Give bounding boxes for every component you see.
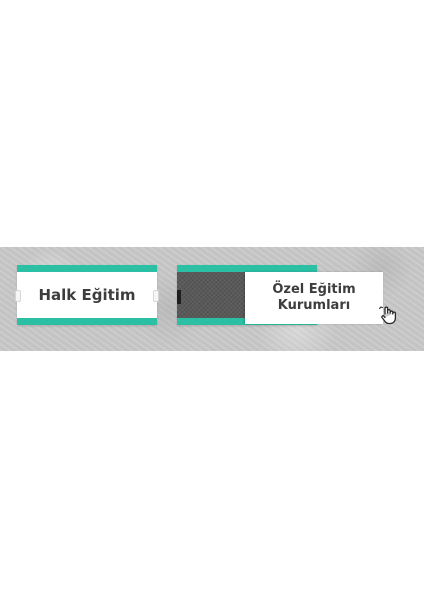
slider-notch: [177, 290, 181, 304]
slider-label-line-1: Özel Eğitim: [272, 282, 356, 297]
slider-label-line-2: Kurumları: [277, 298, 351, 313]
sign-label: Halk Eğitim: [38, 286, 136, 304]
hand-swipe-icon: [378, 306, 397, 325]
slider-panel[interactable]: Özel Eğitim Kurumları: [245, 272, 383, 324]
right-edge-tab: [153, 290, 159, 302]
sign-halk-egitim: Halk Eğitim: [15, 265, 159, 325]
slider-track: [177, 272, 245, 318]
